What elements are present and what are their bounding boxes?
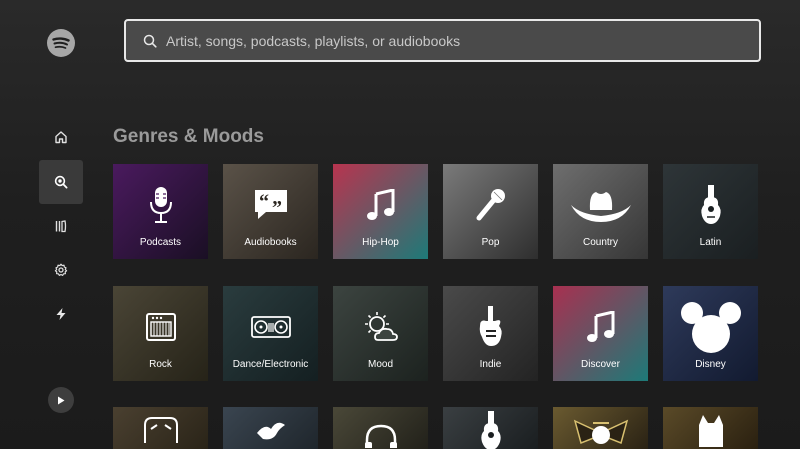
dove-icon [251, 411, 291, 449]
music-note-icon [366, 182, 396, 228]
search-input[interactable] [166, 32, 759, 49]
tile-hip-hop[interactable]: Hip-Hop [333, 164, 428, 259]
tile-label: Audiobooks [244, 237, 297, 248]
nav-library[interactable] [39, 204, 83, 248]
tile-label: Indie [479, 359, 502, 370]
guitar-icon [478, 411, 504, 449]
tile-discover[interactable]: Discover [553, 286, 648, 381]
tile-label: Disney [695, 359, 726, 370]
emblem-icon [571, 411, 631, 449]
nav-search[interactable] [39, 160, 83, 204]
section-title: Genres & Moods [113, 126, 264, 147]
tile-row3-1[interactable] [113, 407, 208, 449]
play-icon [58, 396, 65, 404]
headphones-icon [361, 417, 401, 449]
mickey-icon [680, 302, 742, 353]
tile-indie[interactable]: Indie [443, 286, 538, 381]
tile-label: Latin [699, 237, 722, 248]
tile-row3-6[interactable] [663, 407, 758, 449]
tile-label: Discover [581, 359, 620, 370]
cowboy-hat-icon [570, 182, 632, 228]
play-button[interactable] [48, 387, 74, 413]
tile-country[interactable]: Country [553, 164, 648, 259]
quote-bubble-icon: “ ” [252, 182, 290, 228]
search-icon [54, 175, 68, 189]
tile-disney[interactable]: Disney [663, 286, 758, 381]
tile-label: Dance/Electronic [232, 359, 309, 370]
spotify-logo-icon [47, 29, 75, 57]
tile-label: Rock [149, 359, 172, 370]
tile-label: Country [582, 237, 618, 248]
home-icon [55, 131, 67, 144]
electric-guitar-icon [477, 304, 505, 350]
lightning-icon [56, 308, 66, 320]
search-bar[interactable] [124, 19, 761, 62]
search-icon [143, 34, 157, 48]
microphone-handheld-icon [475, 182, 507, 228]
tile-rock[interactable]: Rock [113, 286, 208, 381]
turntables-icon [250, 304, 291, 350]
music-note-icon [586, 304, 616, 350]
tile-label: Hip-Hop [362, 237, 399, 248]
sun-cloud-icon [363, 304, 399, 350]
tile-mood[interactable]: Mood [333, 286, 428, 381]
svg-text:“: “ [259, 191, 269, 213]
tile-podcasts[interactable]: Podcasts [113, 164, 208, 259]
tile-row3-4[interactable] [443, 407, 538, 449]
tile-label: Pop [481, 237, 500, 248]
gear-icon [54, 263, 68, 276]
tile-latin[interactable]: Latin [663, 164, 758, 259]
tile-audiobooks[interactable]: “ ” Audiobooks [223, 164, 318, 259]
robot-icon [141, 411, 181, 449]
amplifier-icon [145, 304, 177, 350]
cat-icon [691, 411, 731, 449]
nav-lightning[interactable] [39, 292, 83, 336]
tile-pop[interactable]: Pop [443, 164, 538, 259]
tile-row3-5[interactable] [553, 407, 648, 449]
svg-text:”: ” [272, 197, 282, 219]
tile-row3-3[interactable] [333, 407, 428, 449]
microphone-icon [148, 182, 174, 228]
tile-row3-2[interactable] [223, 407, 318, 449]
tile-label: Podcasts [139, 237, 182, 248]
tile-label: Mood [367, 359, 393, 370]
guitar-icon [698, 182, 724, 228]
nav-home[interactable] [39, 115, 83, 159]
library-icon [55, 220, 67, 233]
nav-settings[interactable] [39, 248, 83, 292]
tile-dance-electronic[interactable]: Dance/Electronic [223, 286, 318, 381]
